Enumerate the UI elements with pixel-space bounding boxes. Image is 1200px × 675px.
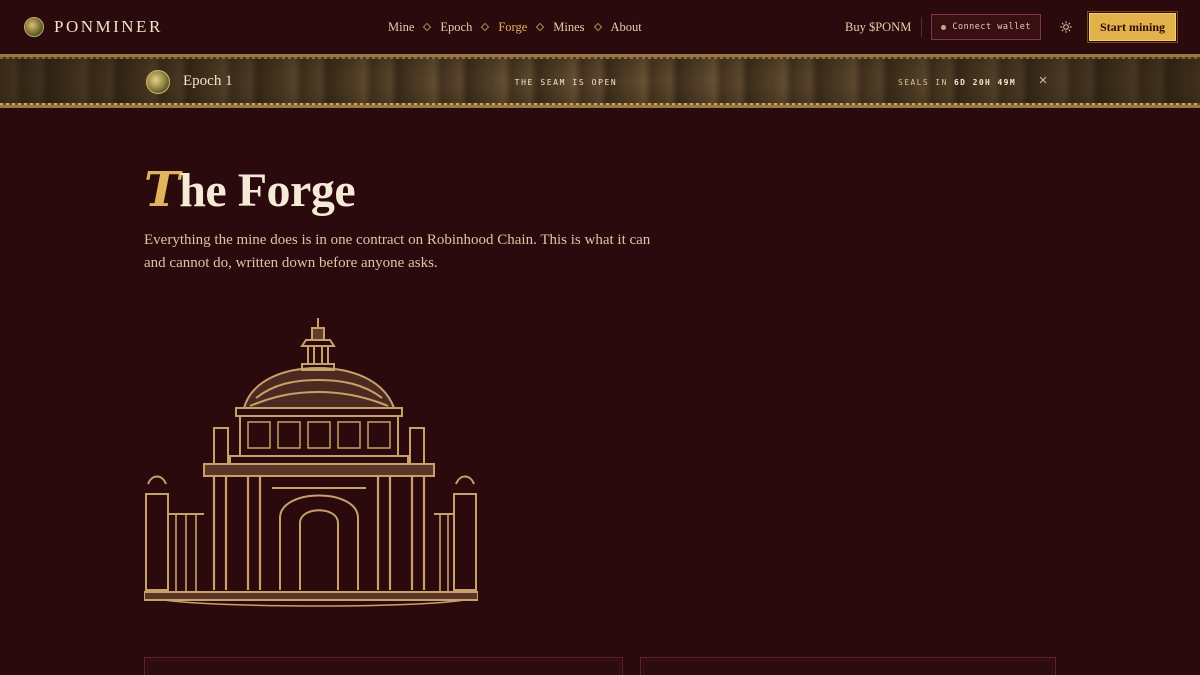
diamond-icon bbox=[481, 22, 490, 32]
diamond-icon bbox=[423, 22, 432, 32]
info-card-left bbox=[144, 657, 623, 675]
nav-actions: Buy $PONM Connect wallet Start mining bbox=[845, 0, 1179, 54]
primary-nav: Mine Epoch Forge Mines About bbox=[388, 0, 642, 54]
buy-token-link[interactable]: Buy $PONM bbox=[845, 20, 911, 35]
status-dot-icon bbox=[941, 24, 947, 30]
start-mining-button[interactable]: Start mining bbox=[1086, 11, 1179, 43]
title-initial: T bbox=[144, 162, 180, 218]
title-rest: he Forge bbox=[179, 164, 356, 217]
nav-divider bbox=[921, 17, 923, 37]
nav-link-mine[interactable]: Mine bbox=[388, 20, 414, 35]
seals-time: 6D 20H 49M bbox=[953, 78, 1017, 87]
close-banner-button[interactable] bbox=[1036, 73, 1050, 87]
nav-link-forge[interactable]: Forge bbox=[498, 20, 527, 35]
rotunda-illustration bbox=[144, 318, 478, 607]
nav-link-about[interactable]: About bbox=[611, 20, 642, 35]
page-lede: Everything the mine does is in one contr… bbox=[144, 232, 651, 271]
nav-link-mines[interactable]: Mines bbox=[553, 20, 584, 35]
info-card-right bbox=[640, 657, 1056, 675]
connect-wallet-button[interactable]: Connect wallet bbox=[931, 14, 1041, 40]
epoch-banner: Epoch 1 THE SEAM IS OPEN SEALS IN 6D 20H… bbox=[0, 54, 1200, 108]
sun-icon bbox=[1060, 21, 1072, 33]
nav-link-epoch[interactable]: Epoch bbox=[440, 20, 472, 35]
brand-name: PONMINER bbox=[54, 17, 163, 36]
seals-countdown: SEALS IN 6D 20H 49M bbox=[898, 78, 1016, 87]
diamond-icon bbox=[536, 22, 545, 32]
top-nav: PONMINER Mine Epoch Forge Mines About Bu… bbox=[0, 0, 1200, 54]
diamond-icon bbox=[593, 22, 602, 32]
brand[interactable]: PONMINER bbox=[24, 17, 163, 37]
gem-orb-icon bbox=[24, 17, 44, 37]
close-icon bbox=[1039, 76, 1047, 84]
seals-prefix: SEALS IN bbox=[898, 78, 948, 87]
connect-wallet-label: Connect wallet bbox=[952, 22, 1031, 32]
page-title: The Forge bbox=[144, 162, 356, 219]
theme-toggle-button[interactable] bbox=[1055, 16, 1077, 38]
